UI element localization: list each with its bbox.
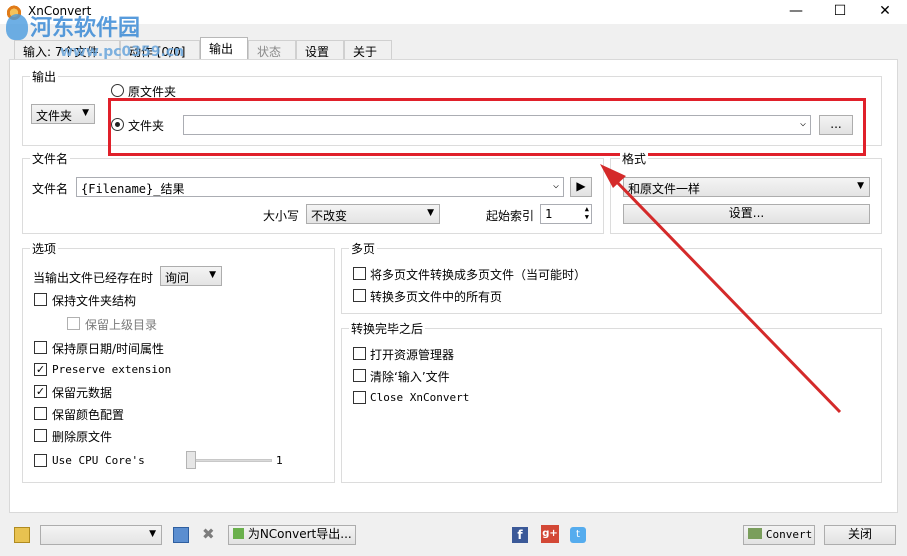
convert-button[interactable]: Convert: [743, 525, 815, 545]
chevron-down-icon: ▼: [149, 529, 156, 539]
google-plus-icon[interactable]: g+: [541, 525, 559, 543]
convert-label: Convert: [765, 528, 813, 541]
save-icon[interactable]: [173, 527, 189, 543]
close-button[interactable]: 关闭: [824, 525, 896, 545]
arrow-head: [600, 164, 626, 188]
export-nconvert-label: 为NConvert导出...: [247, 527, 352, 541]
twitter-icon[interactable]: t: [570, 527, 586, 543]
annotation-arrow: [600, 164, 842, 414]
facebook-icon[interactable]: f: [512, 527, 528, 543]
export-nconvert-button[interactable]: 为NConvert导出...: [228, 525, 356, 545]
delete-icon[interactable]: ✖: [202, 525, 215, 543]
open-folder-icon[interactable]: [14, 527, 30, 543]
convert-icon: [748, 528, 762, 539]
export-icon: [233, 528, 244, 539]
arrow-line: [611, 176, 842, 414]
preset-select[interactable]: ▼: [40, 525, 162, 545]
